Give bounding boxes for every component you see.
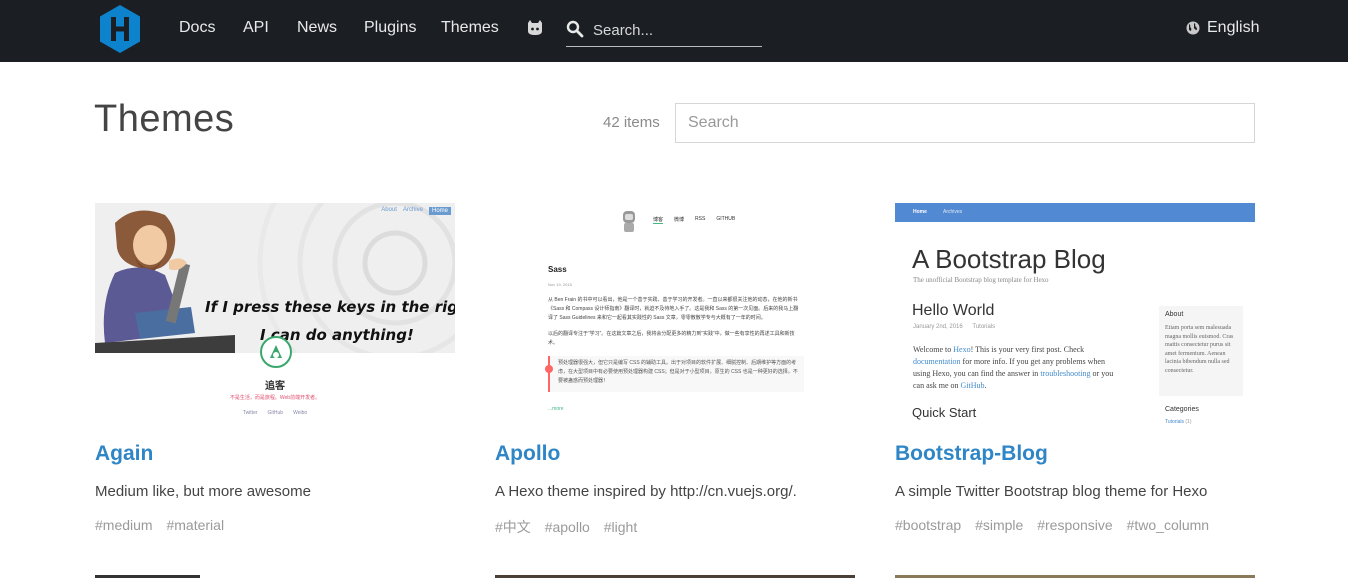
tag-responsive[interactable]: #responsive [1037, 517, 1113, 533]
apollo-quote: 预处理器很强大，但它只是编写 CSS 的辅助工具。出于对项目的软件扩展、细腻控制… [558, 360, 798, 384]
tag-apollo[interactable]: #apollo [545, 519, 590, 535]
theme-description-again: Medium like, but more awesome [95, 483, 311, 500]
theme-title-apollo[interactable]: Apollo [495, 442, 560, 466]
tag-simple[interactable]: #simple [975, 517, 1023, 533]
bootstrap-post-category: Tutorials [972, 324, 996, 330]
github-octocat-icon[interactable] [526, 19, 544, 37]
tag-material[interactable]: #material [166, 517, 224, 533]
apollo-nav-rss: RSS [695, 216, 706, 222]
bootstrap-about-box: About Etiam porta sem malesuada magna mo… [1159, 306, 1243, 396]
top-navbar: Docs API News Plugins Themes English [0, 0, 1348, 62]
bootstrap-about-text: Etiam porta sem malesuada magna mollis e… [1165, 325, 1234, 374]
apollo-nav-github: GITHUB [716, 216, 736, 222]
again-nav-about: About [381, 207, 397, 213]
bootstrap-category-name: Tutorials [1165, 419, 1184, 425]
again-social-weibo: Weibo [293, 410, 308, 416]
again-hero: If I press these keys in the right order… [95, 203, 455, 353]
theme-description-apollo: A Hexo theme inspired by http://cn.vuejs… [495, 483, 797, 500]
bootstrap-category-count: (1) [1185, 419, 1192, 425]
apollo-nav-blog: 博客 [653, 217, 664, 224]
bootstrap-post-link-github: GitHub [960, 381, 985, 390]
theme-preview-bootstrap-blog[interactable]: Home Archives A Bootstrap Blog The unoff… [895, 203, 1255, 425]
apollo-nav-weibo: 微博 [674, 217, 685, 223]
theme-title-again[interactable]: Again [95, 442, 153, 466]
apollo-post-date: Nov 19, 2015 [548, 282, 572, 287]
hexo-logo[interactable] [98, 4, 142, 54]
bootstrap-post-link-troubleshooting: troubleshooting [1040, 369, 1091, 378]
bootstrap-section-heading: Quick Start [912, 405, 977, 420]
again-nav-home: Home [428, 207, 451, 215]
search-icon [566, 20, 584, 38]
apollo-astronaut-logo [623, 211, 635, 232]
apollo-tip-marker [545, 365, 553, 373]
theme-preview-again[interactable]: If I press these keys in the right order… [95, 203, 455, 425]
bootstrap-post-text-1: Welcome to [913, 345, 954, 354]
tag-medium[interactable]: #medium [95, 517, 153, 533]
again-handwriting-1: If I press these keys in the right order… [205, 298, 455, 316]
bootstrap-post-link-documentation: documentation [913, 357, 961, 366]
bootstrap-post-title: Hello World [912, 302, 995, 319]
tag-bootstrap[interactable]: #bootstrap [895, 517, 961, 533]
bootstrap-post-link-hexo: Hexo [953, 345, 971, 354]
theme-card-again: If I press these keys in the right order… [95, 203, 455, 533]
nav-themes[interactable]: Themes [441, 18, 499, 38]
bootstrap-preview-navbar: Home Archives [895, 203, 1255, 222]
tag-chinese[interactable]: #中文 [495, 519, 531, 535]
apollo-preview-nav: 博客 微博 RSS GITHUB [653, 216, 735, 224]
theme-title-bootstrap-blog[interactable]: Bootstrap-Blog [895, 442, 1048, 466]
nav-docs[interactable]: Docs [179, 18, 215, 38]
theme-count: 42 items [603, 114, 660, 131]
theme-tags-again: #medium #material [95, 517, 234, 533]
again-blog-tagline: 不是生活，而是旅程。Web前端开发者。 [229, 395, 321, 401]
site-search-input[interactable] [593, 18, 758, 42]
bootstrap-categories-title: Categories [1165, 406, 1199, 413]
bootstrap-about-title: About [1165, 311, 1184, 318]
nav-news[interactable]: News [297, 18, 337, 38]
nav-plugins[interactable]: Plugins [364, 18, 416, 38]
again-social-github: GitHub [267, 410, 284, 416]
bootstrap-category-item: Tutorials (1) [1165, 419, 1192, 425]
theme-description-bootstrap-blog: A simple Twitter Bootstrap blog theme fo… [895, 483, 1208, 500]
bootstrap-post-date: January 2nd, 2016 [913, 324, 963, 330]
bootstrap-blog-title: A Bootstrap Blog [912, 244, 1106, 274]
apollo-post-title: Sass [548, 265, 567, 274]
nav-api[interactable]: API [243, 18, 269, 38]
again-nav-archive: Archive [402, 207, 423, 213]
page-title: Themes [94, 98, 235, 140]
globe-icon [1186, 21, 1200, 35]
theme-tags-apollo: #中文 #apollo #light [495, 517, 647, 537]
language-label: English [1207, 19, 1260, 36]
again-blog-name: 追客 [265, 381, 285, 392]
language-selector[interactable]: English [1186, 18, 1259, 38]
apollo-paragraph-2: 以后的翻译专注于“学习”。在这篇文章之后，我将会分配更多的精力到“实践”中，做一… [548, 331, 795, 346]
again-preview-nav: About Archive Home [381, 207, 451, 215]
again-social-links: Twitter GitHub Weibo [95, 410, 455, 416]
theme-card-bootstrap-blog: Home Archives A Bootstrap Blog The unoff… [895, 203, 1255, 533]
bootstrap-post-body: Welcome to Hexo! This is your very first… [913, 344, 1123, 392]
theme-tags-bootstrap-blog: #bootstrap #simple #responsive #two_colu… [895, 517, 1219, 533]
apollo-read-more: ...more [548, 406, 564, 412]
bootstrap-nav-archives: Archives [943, 209, 963, 215]
bootstrap-post-text-2: ! This is your very first post. Check [970, 345, 1085, 354]
apollo-paragraph-1: 从 Ben Frain 的书中可以看出，他是一个善于实践、善于学习的开发者。一直… [548, 297, 799, 321]
again-social-twitter: Twitter [242, 410, 258, 416]
bootstrap-blog-subtitle: The unofficial Bootstrap blog template f… [913, 276, 1049, 284]
theme-card-apollo: 博客 微博 RSS GITHUB Sass Nov 19, 2015 从 Ben… [495, 203, 855, 535]
theme-search-input[interactable] [675, 103, 1255, 143]
theme-preview-apollo[interactable]: 博客 微博 RSS GITHUB Sass Nov 19, 2015 从 Ben… [495, 203, 855, 425]
apollo-tip-block: 预处理器很强大，但它只是编写 CSS 的辅助工具。出于对项目的软件扩展、细腻控制… [545, 356, 804, 392]
tag-two-column[interactable]: #two_column [1127, 517, 1210, 533]
bootstrap-post-meta: January 2nd, 2016 Tutorials [913, 324, 995, 330]
again-avatar [260, 336, 292, 368]
bootstrap-post-text-5: . [984, 381, 987, 390]
tag-light[interactable]: #light [604, 519, 637, 535]
bootstrap-nav-home: Home [913, 209, 927, 215]
site-search[interactable] [566, 16, 762, 47]
